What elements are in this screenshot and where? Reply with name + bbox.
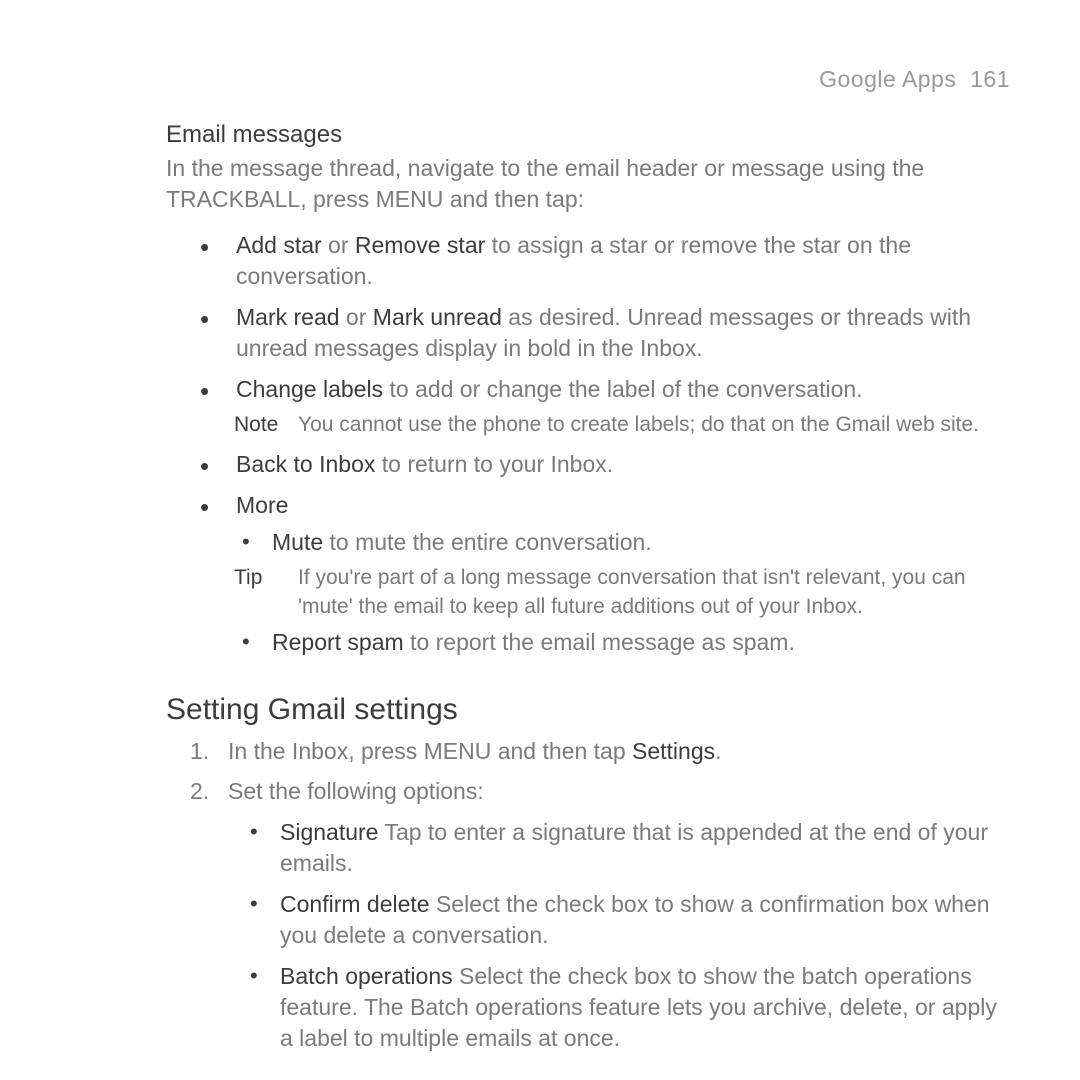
list-item: Batch operations Select the check box to… [250, 961, 1010, 1054]
tip-body: If you're part of a long message convers… [298, 564, 1010, 621]
text: or [322, 232, 355, 258]
section-label: Google Apps [819, 66, 956, 92]
note: Note You cannot use the phone to create … [234, 411, 1010, 439]
list-item: More Mute to mute the entire conversatio… [200, 490, 1010, 658]
text: to return to your Inbox. [375, 451, 613, 477]
sub-bullet-list: Signature Tap to enter a signature that … [250, 817, 1010, 1054]
list-item: Confirm delete Select the check box to s… [250, 889, 1010, 951]
emphasis: Back to Inbox [236, 451, 375, 477]
text: or [340, 304, 373, 330]
note-label: Note [234, 411, 298, 439]
emphasis: Signature [280, 819, 378, 845]
step-item: In the Inbox, press MENU and then tap Se… [190, 736, 1010, 767]
list-item: Back to Inbox to return to your Inbox. [200, 449, 1010, 480]
list-item: Report spam to report the email message … [242, 627, 1010, 658]
text: In the Inbox, press MENU and then tap [228, 738, 632, 764]
text: Set the following options: [228, 778, 484, 804]
page-number: 161 [970, 66, 1010, 92]
text: . [715, 738, 721, 764]
emphasis: Confirm delete [280, 891, 430, 917]
tip-label: Tip [234, 564, 298, 621]
text: Tap to enter a signature that is appende… [280, 819, 988, 876]
emphasis: Remove star [355, 232, 485, 258]
page-header: Google Apps 161 [70, 64, 1010, 95]
numbered-steps: In the Inbox, press MENU and then tap Se… [190, 736, 1010, 1053]
text: to report the email message as spam. [404, 629, 795, 655]
bullet-list: Add star or Remove star to assign a star… [200, 230, 1010, 658]
list-item: Signature Tap to enter a signature that … [250, 817, 1010, 879]
emphasis: Batch operations [280, 963, 453, 989]
emphasis: Add star [236, 232, 322, 258]
emphasis: Settings [632, 738, 715, 764]
note-body: You cannot use the phone to create label… [298, 411, 1010, 439]
sub-bullet-list: Mute to mute the entire conversation. [242, 527, 1010, 558]
emphasis: Mute [272, 529, 323, 555]
section-title: Setting Gmail settings [166, 690, 1010, 731]
text: to mute the entire conversation. [323, 529, 652, 555]
list-item: Add star or Remove star to assign a star… [200, 230, 1010, 292]
emphasis: Report spam [272, 629, 404, 655]
emphasis: Mark read [236, 304, 340, 330]
emphasis: Mark unread [373, 304, 502, 330]
list-item: Mute to mute the entire conversation. [242, 527, 1010, 558]
sub-bullet-list: Report spam to report the email message … [242, 627, 1010, 658]
list-item: Change labels to add or change the label… [200, 374, 1010, 439]
step-item: Set the following options: Signature Tap… [190, 776, 1010, 1054]
emphasis: Change labels [236, 376, 383, 402]
subsection-title: Email messages [166, 119, 1010, 151]
emphasis: More [236, 492, 288, 518]
intro-text: In the message thread, navigate to the e… [166, 153, 1010, 215]
list-item: Mark read or Mark unread as desired. Unr… [200, 302, 1010, 364]
tip: Tip If you're part of a long message con… [234, 564, 1010, 621]
text: to add or change the label of the conver… [383, 376, 863, 402]
